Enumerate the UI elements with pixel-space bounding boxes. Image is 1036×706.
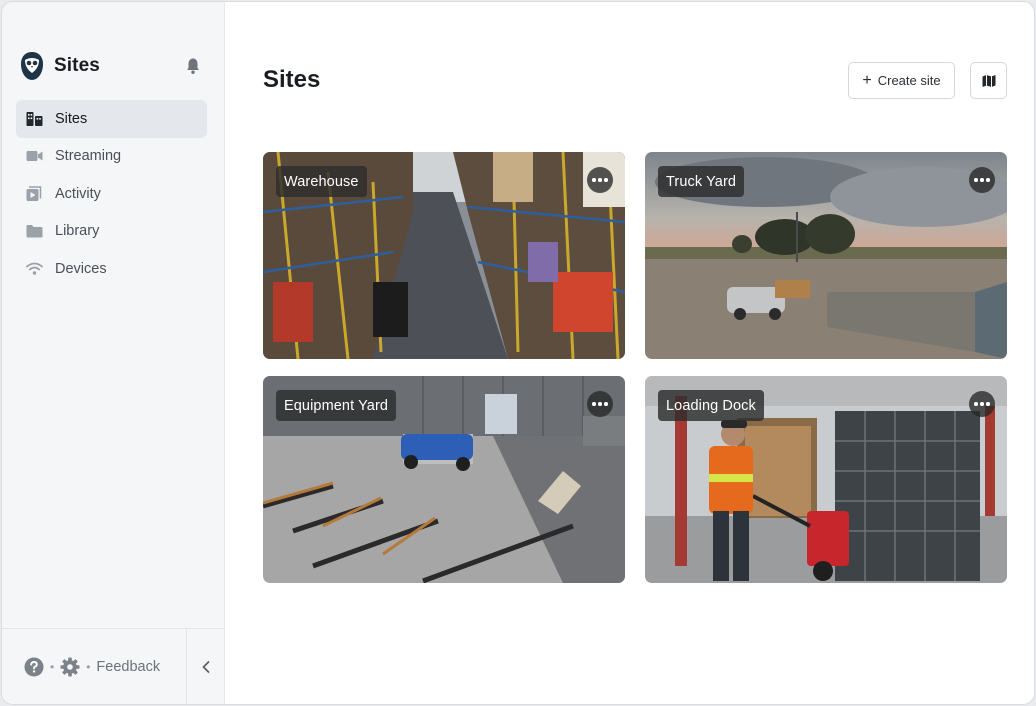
sidebar-item-sites[interactable]: Sites <box>16 100 207 138</box>
site-card-equipment-yard[interactable]: Equipment Yard <box>263 376 625 583</box>
site-card-warehouse[interactable]: Warehouse <box>263 152 625 359</box>
dot <box>604 178 608 182</box>
owl-logo-icon <box>21 52 43 80</box>
dot <box>592 402 596 406</box>
app-window: Sites Sites Streaming Activity Library D… <box>1 1 1035 705</box>
dot <box>592 178 596 182</box>
sidebar-item-label: Streaming <box>55 148 122 165</box>
sidebar-item-activity[interactable]: Activity <box>16 175 207 213</box>
dot <box>604 402 608 406</box>
site-name-label: Loading Dock <box>658 390 764 421</box>
chevron-left-icon <box>202 660 210 673</box>
bell-icon[interactable] <box>185 57 201 75</box>
sidebar-item-library[interactable]: Library <box>16 213 207 251</box>
wifi-icon <box>25 260 43 278</box>
sidebar-item-label: Sites <box>55 110 88 127</box>
dot <box>598 178 602 182</box>
sidebar-footer: • • Feedback <box>2 628 225 704</box>
collapse-sidebar-button[interactable] <box>187 629 225 704</box>
create-site-button[interactable]: + Create site <box>848 62 955 99</box>
site-card-truck-yard[interactable]: Truck Yard <box>645 152 1007 359</box>
dot <box>980 178 984 182</box>
gear-icon[interactable] <box>60 657 80 677</box>
footer-links: • • Feedback <box>2 629 187 704</box>
feedback-link[interactable]: Feedback <box>96 659 160 675</box>
more-options-button[interactable] <box>969 391 995 417</box>
help-icon[interactable] <box>24 657 44 677</box>
sidebar-item-devices[interactable]: Devices <box>16 250 207 288</box>
dot <box>974 178 978 182</box>
plus-icon: + <box>862 71 872 89</box>
separator-dot: • <box>50 659 55 674</box>
site-name-label: Truck Yard <box>658 166 745 197</box>
separator-dot: • <box>86 659 91 674</box>
dot <box>986 178 990 182</box>
sidebar-item-label: Devices <box>55 260 107 277</box>
page-title: Sites <box>263 66 321 93</box>
create-site-label: Create site <box>877 73 941 88</box>
more-options-button[interactable] <box>587 391 613 417</box>
brand[interactable]: Sites <box>20 50 100 82</box>
sidebar-item-label: Library <box>55 223 100 240</box>
site-card-loading-dock[interactable]: Loading Dock <box>645 376 1007 583</box>
folder-icon <box>25 222 43 240</box>
main-content: Sites + Create site Warehouse Truck Yard… <box>225 2 1034 704</box>
sites-icon <box>25 110 43 128</box>
site-name-label: Equipment Yard <box>276 390 397 421</box>
map-view-button[interactable] <box>970 62 1007 99</box>
sidebar-item-label: Activity <box>55 185 101 202</box>
more-options-button[interactable] <box>969 167 995 193</box>
sidebar: Sites Sites Streaming Activity Library D… <box>2 2 225 704</box>
dot <box>986 402 990 406</box>
sidebar-nav: Sites Streaming Activity Library Devices <box>16 100 207 288</box>
app-name: Sites <box>54 55 100 76</box>
map-icon <box>982 74 995 87</box>
more-options-button[interactable] <box>587 167 613 193</box>
activity-icon <box>25 185 43 203</box>
sites-grid: Warehouse Truck Yard Equipment Yard Load… <box>263 152 1007 583</box>
sidebar-item-streaming[interactable]: Streaming <box>16 138 207 176</box>
dot <box>980 402 984 406</box>
dot <box>598 402 602 406</box>
dot <box>974 402 978 406</box>
site-name-label: Warehouse <box>276 166 367 197</box>
video-camera-icon <box>25 147 43 165</box>
